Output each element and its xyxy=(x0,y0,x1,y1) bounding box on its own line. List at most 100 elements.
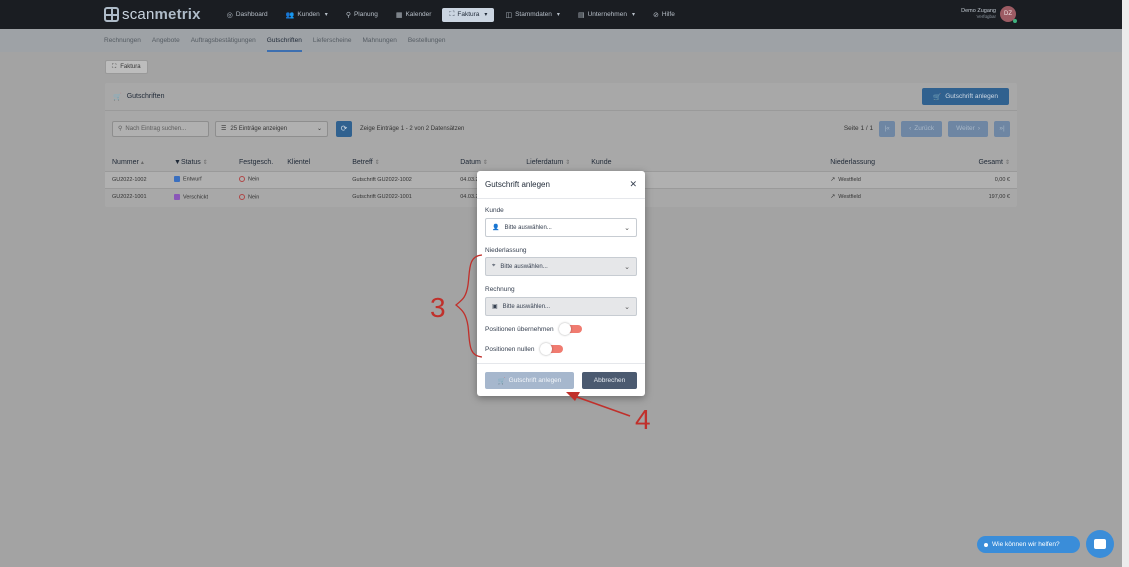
chevron-down-icon: ⌄ xyxy=(624,303,630,311)
search-icon: ⚲ xyxy=(118,126,123,132)
cancel-button[interactable]: Abbrechen xyxy=(582,372,637,389)
invoice-icon: ▣ xyxy=(492,304,498,310)
main-nav: ◎ Dashboard 👥 Kunden ▾ ⚲ Planung ▦ Kalender ⛶… xyxy=(220,7,682,22)
list-icon: ☰ xyxy=(221,126,227,132)
location-pin-icon: ⌖ xyxy=(492,263,496,269)
modal-title: Gutschrift anlegen xyxy=(485,180,550,189)
chevron-down-icon: ▾ xyxy=(556,12,560,18)
table-toolbar: ⚲ Nach Eintrag suchen... ☰ 25 Einträge a… xyxy=(112,120,1010,137)
user-icon: 👤 xyxy=(492,225,500,231)
invoice-icon: ⛶ xyxy=(112,63,117,70)
create-credit-note-modal: Gutschrift anlegen ✕ Kunde 👤 Bitte auswä… xyxy=(477,171,645,396)
status-badge: Entwurf xyxy=(183,176,202,183)
col-datum[interactable]: Datum ⇕ xyxy=(453,154,519,171)
chat-icon xyxy=(1094,539,1106,549)
top-navbar: scanmetrix ◎ Dashboard 👥 Kunden ▾ ⚲ Planung … xyxy=(0,0,1122,29)
close-icon[interactable]: ✕ xyxy=(629,179,637,190)
positions-zero-toggle[interactable] xyxy=(539,343,563,355)
nav-item-unternehmen[interactable]: ▤ Unternehmen ▾ xyxy=(571,8,642,22)
col-niederlassung[interactable]: Niederlassung xyxy=(823,154,963,171)
help-icon: ⊘ xyxy=(652,11,659,19)
col-klientel[interactable]: Klientel xyxy=(280,154,345,171)
niederlassung-select[interactable]: ⌖ Bitte auswählen... ⌄ xyxy=(485,257,637,276)
dashboard-icon: ◎ xyxy=(226,11,233,19)
col-kunde[interactable]: Kunde xyxy=(584,154,823,171)
create-credit-note-button[interactable]: 🛒 Gutschrift anlegen xyxy=(922,88,1009,105)
prev-page-button[interactable]: ‹ Zurück xyxy=(901,120,943,137)
chevron-down-icon: ▾ xyxy=(324,12,328,18)
col-lieferdatum[interactable]: Lieferdatum ⇕ xyxy=(519,154,584,171)
toggle-positionen-nullen[interactable]: Positionen nullen xyxy=(485,343,563,355)
sort-icon: ⇕ xyxy=(565,159,571,166)
chevron-left-icon: ‹ xyxy=(909,125,912,132)
avatar[interactable]: DZ xyxy=(1000,6,1017,23)
rechnung-label: Rechnung xyxy=(485,286,515,293)
cart-icon: 🛒 xyxy=(113,93,122,101)
nav-item-dashboard[interactable]: ◎ Dashboard xyxy=(220,8,275,22)
annotation-number-3: 3 xyxy=(430,292,446,323)
first-page-button[interactable]: |« xyxy=(879,120,896,137)
nav-item-planung[interactable]: ⚲ Planung xyxy=(339,8,385,22)
help-prompt[interactable]: Wie können wir helfen? xyxy=(977,536,1080,553)
database-icon: ◫ xyxy=(505,11,513,19)
col-status[interactable]: ▼Status ⇕ xyxy=(167,154,232,171)
planning-icon: ⚲ xyxy=(345,11,351,19)
subnav-mahnungen[interactable]: Mahnungen xyxy=(363,29,397,52)
calendar-icon: ▦ xyxy=(395,11,403,19)
page-title: Gutschriften xyxy=(126,93,165,100)
logo-icon xyxy=(104,7,119,22)
kunde-select[interactable]: 👤 Bitte auswählen... ⌄ xyxy=(485,218,637,237)
external-link-icon: ↗ xyxy=(830,177,836,183)
cancel-circle-icon xyxy=(239,193,245,200)
page-scrollbar[interactable] xyxy=(1122,0,1129,567)
positions-take-over-toggle[interactable] xyxy=(558,323,582,335)
toggle-positionen-uebernehmen[interactable]: Positionen übernehmen xyxy=(485,323,582,335)
col-betreff[interactable]: Betreff ⇕ xyxy=(345,154,453,171)
online-status-icon xyxy=(1013,19,1017,23)
chevron-down-icon: ⌄ xyxy=(624,263,630,271)
search-input[interactable]: ⚲ Nach Eintrag suchen... xyxy=(112,120,209,137)
subnav-auftragsbestaetigungen[interactable]: Auftragsbestätigungen xyxy=(191,29,256,52)
page-indicator: Seite 1 / 1 xyxy=(843,125,874,132)
app-logo[interactable]: scanmetrix xyxy=(104,6,201,23)
cart-icon: 🛒 xyxy=(933,93,942,101)
page-size-select[interactable]: ☰ 25 Einträge anzeigen ⌄ xyxy=(215,120,328,137)
col-gesamt[interactable]: Gesamt ⇕ xyxy=(963,154,1017,171)
chevron-down-icon: ⌄ xyxy=(316,126,322,132)
cart-icon: 🛒 xyxy=(497,377,506,385)
modal-footer: 🛒 Gutschrift anlegen Abbrechen xyxy=(477,363,645,396)
nav-item-kunden[interactable]: 👥 Kunden ▾ xyxy=(279,8,335,22)
modal-header: Gutschrift anlegen xyxy=(477,171,645,199)
chevron-down-icon: ▾ xyxy=(631,12,635,18)
sort-icon: ⇕ xyxy=(482,159,488,166)
sort-icon: ⇕ xyxy=(374,159,380,166)
nav-item-kalender[interactable]: ▦ Kalender xyxy=(389,8,439,22)
status-badge: Verschickt xyxy=(183,193,209,200)
nav-item-hilfe[interactable]: ⊘ Hilfe xyxy=(646,8,682,22)
last-page-button[interactable]: »| xyxy=(994,120,1010,137)
users-icon: 👥 xyxy=(285,11,295,19)
nav-item-faktura[interactable]: ⛶ Faktura ▾ xyxy=(442,7,495,22)
subnav-gutschriften[interactable]: Gutschriften xyxy=(266,29,302,52)
subnav-bestellungen[interactable]: Bestellungen xyxy=(408,29,446,52)
col-festgesch[interactable]: Festgesch. xyxy=(232,154,280,171)
user-menu[interactable]: Demo Zugang Verfügbar DZ xyxy=(961,6,1017,23)
external-link-icon: ↗ xyxy=(830,194,836,201)
subnav-rechnungen[interactable]: Rechnungen xyxy=(104,29,141,52)
refresh-icon: ⟳ xyxy=(340,124,348,133)
subnav-lieferscheine[interactable]: Lieferscheine xyxy=(313,29,352,52)
draft-status-icon xyxy=(174,176,180,183)
subnav-angebote[interactable]: Angebote xyxy=(152,29,180,52)
col-nummer[interactable]: Nummer ▴ xyxy=(105,154,167,171)
filter-icon: ▼ xyxy=(174,158,181,166)
rechnung-select[interactable]: ▣ Bitte auswählen... ⌄ xyxy=(485,297,637,316)
refresh-button[interactable]: ⟳ xyxy=(336,120,352,137)
chat-button[interactable] xyxy=(1086,530,1114,558)
sort-icon: ⇕ xyxy=(1004,159,1010,166)
nav-item-stammdaten[interactable]: ◫ Stammdaten ▾ xyxy=(498,8,567,22)
card-header: 🛒 Gutschriften xyxy=(105,83,1017,111)
breadcrumb[interactable]: ⛶ Faktura xyxy=(105,60,148,74)
submit-credit-note-button[interactable]: 🛒 Gutschrift anlegen xyxy=(485,372,574,389)
next-page-button[interactable]: Weiter › xyxy=(948,120,988,137)
chevron-down-icon: ▾ xyxy=(484,12,488,18)
